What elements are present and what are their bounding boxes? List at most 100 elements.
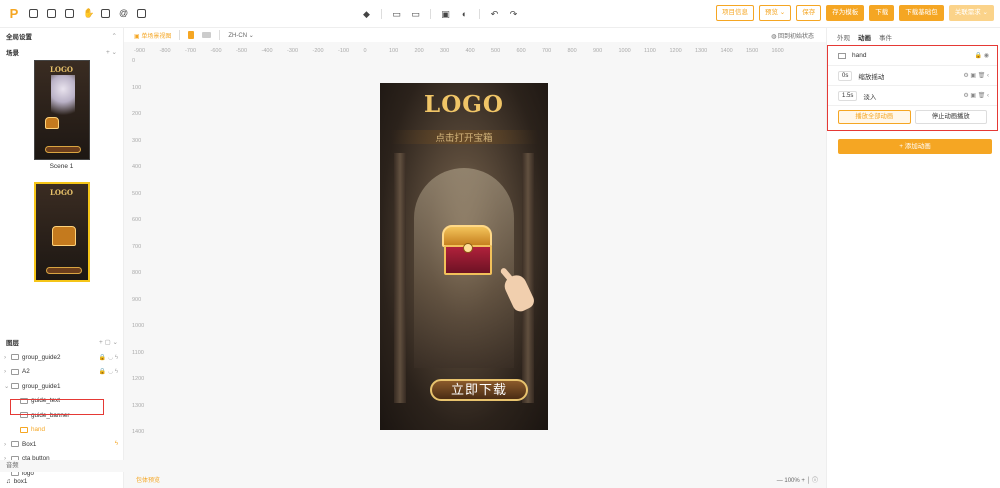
- stage-logo[interactable]: LOGO: [380, 91, 548, 118]
- undo-icon[interactable]: ↶: [490, 9, 499, 19]
- project-info-button[interactable]: 项目信息: [715, 5, 754, 21]
- global-settings-header[interactable]: 全局设置 ⌃: [0, 28, 123, 44]
- layers-title: 图层: [6, 340, 19, 347]
- layers-header: 图层 + ▢ ⌄: [0, 334, 124, 350]
- single-scene-view[interactable]: ▣ 单场景视图: [134, 31, 171, 40]
- redo-icon[interactable]: ↷: [509, 9, 518, 19]
- align-bottom-icon[interactable]: ▭: [411, 9, 420, 19]
- animation-item[interactable]: 1.5s 淡入 ⚙ ▣ 🗑 ‹: [828, 86, 997, 106]
- grid-tool-icon[interactable]: [137, 9, 146, 18]
- lock-visibility-icon[interactable]: 🔒 ◉: [975, 52, 989, 59]
- download-button[interactable]: 下载: [869, 5, 895, 21]
- animation-item[interactable]: 0s 缩放摇动 ⚙ ▣ 🗑 ‹: [828, 66, 997, 86]
- chevron-right-icon[interactable]: ›: [4, 441, 11, 448]
- thumb-chest-image: [44, 117, 59, 129]
- top-toolbar: P ✋ @ ◆ ▭ ▭ ▣ ◐ ↶ ↷ 项目信息 预览 ⌄ 保存 存为模板 下载: [0, 0, 1000, 28]
- animation-time[interactable]: 0s: [838, 70, 853, 81]
- ruler-tick: 1400: [132, 429, 145, 435]
- ruler-tick: -100: [338, 48, 350, 54]
- layer-row-selected[interactable]: hand: [0, 423, 124, 438]
- animation-actions-icon[interactable]: ⚙ ▣ 🗑 ‹: [963, 92, 989, 99]
- folder-icon: [11, 368, 19, 375]
- folder-icon: [11, 383, 19, 390]
- layer-actions-icon[interactable]: 🔒 ◡ ϟ: [99, 354, 118, 361]
- ruler-tick: 900: [132, 296, 142, 303]
- language-select[interactable]: ZH-CN ⌄: [228, 32, 253, 39]
- scene-thumbnail-1[interactable]: LOGO: [33, 60, 90, 160]
- add-animation-button[interactable]: + 添加动画: [838, 139, 992, 154]
- thumb-cta-image: [44, 146, 81, 153]
- tab-appearance[interactable]: 外观: [837, 32, 850, 42]
- help-icon[interactable]: ⓘ: [812, 478, 818, 484]
- animation-time[interactable]: 1.5s: [838, 90, 858, 101]
- scene-thumbnail-2[interactable]: LOGO: [33, 182, 90, 282]
- tab-events[interactable]: 事件: [879, 32, 892, 42]
- ruler-tick: 800: [567, 48, 577, 54]
- save-template-button[interactable]: 存为模板: [826, 5, 865, 21]
- layer-row[interactable]: ⌄ group_guide1: [0, 379, 124, 394]
- bg-pillar-left: [394, 153, 406, 403]
- save-button[interactable]: 保存: [796, 5, 822, 21]
- ruler-tick: 0: [132, 58, 136, 64]
- preview-stage[interactable]: LOGO 点击打开宝箱 立即下载: [380, 83, 548, 430]
- stop-all-button[interactable]: 停止动画播放: [914, 110, 987, 124]
- add-scene-icon[interactable]: + ⌄: [106, 48, 117, 56]
- image-layer-icon: [20, 426, 28, 433]
- audio-row[interactable]: ♫ box1: [2, 474, 27, 488]
- shape-tool-icon[interactable]: [29, 9, 38, 18]
- at-tool-icon[interactable]: @: [119, 9, 128, 18]
- music-icon: ♫: [6, 477, 11, 485]
- highlight-box: [10, 399, 104, 415]
- animation-name: 淡入: [863, 93, 877, 101]
- layer-label: hand: [31, 426, 46, 434]
- ruler-tick: 400: [465, 48, 475, 54]
- divider: [430, 9, 431, 19]
- folder-icon: [11, 441, 19, 448]
- hand-tool-icon[interactable]: ✋: [83, 9, 94, 18]
- ruler-tick: 200: [414, 48, 424, 54]
- layer-row[interactable]: › A2 🔒 ◡ ϟ: [0, 365, 124, 380]
- ruler-tick: 500: [132, 190, 142, 197]
- download-base-button[interactable]: 下载基础包: [899, 5, 944, 21]
- image-tool-icon[interactable]: [47, 9, 56, 18]
- portrait-toggle[interactable]: [188, 31, 195, 39]
- chevron-right-icon[interactable]: ›: [4, 368, 11, 375]
- lightning-icon[interactable]: ϟ: [115, 441, 118, 447]
- layer-row[interactable]: › Box1 ϟ: [0, 437, 124, 452]
- divider: [179, 30, 181, 40]
- preview-button[interactable]: 预览 ⌄: [758, 5, 792, 21]
- ruler-tick: 1300: [695, 48, 708, 54]
- chevron-down-icon[interactable]: ⌄: [4, 383, 11, 390]
- ruler-tick: 1100: [644, 48, 656, 54]
- play-all-button[interactable]: 播放全部动画: [838, 110, 911, 124]
- component-tool-icon[interactable]: [101, 9, 110, 18]
- ruler-tick: 1000: [618, 48, 631, 54]
- related-needs-button[interactable]: 关联需求 ⌄: [948, 5, 994, 21]
- ruler-tick: -900: [134, 48, 146, 54]
- align-top-icon[interactable]: ▭: [392, 9, 401, 19]
- stage-guide-text[interactable]: 点击打开宝箱: [390, 130, 538, 144]
- zoom-control[interactable]: — 100% + │ ⓘ: [777, 475, 818, 484]
- paint-icon[interactable]: ◐: [460, 9, 469, 19]
- layer-actions-icon[interactable]: 🔒 ◡ ϟ: [99, 368, 118, 375]
- treasure-chest-image[interactable]: [438, 221, 498, 279]
- ruler-tick: 700: [542, 48, 552, 54]
- stage-cta-button[interactable]: 立即下载: [430, 379, 528, 401]
- chevron-down-icon: ⌄: [982, 9, 988, 16]
- ruler-tick: 800: [132, 270, 142, 276]
- canvas-area: ▣ 单场景视图 ZH-CN ⌄ ◍ 回到初始状态 -900 -800 -700 -60…: [124, 28, 826, 488]
- horizontal-ruler: -900 -800 -700 -600 -500 -400 -300 -200 -100 0 100…: [134, 48, 824, 58]
- audio-header: 音频: [0, 460, 124, 472]
- layer-icon[interactable]: ◆: [362, 9, 371, 19]
- tab-animation[interactable]: 动画: [858, 32, 871, 42]
- package-preview-link[interactable]: 包体预览: [136, 475, 160, 484]
- layer-row[interactable]: › group_guide2 🔒 ◡ ϟ: [0, 350, 124, 365]
- copy-icon[interactable]: ▣: [441, 9, 450, 19]
- chevron-right-icon[interactable]: ›: [4, 354, 11, 361]
- text-tool-icon[interactable]: [65, 9, 74, 18]
- animation-actions-icon[interactable]: ⚙ ▣ 🗑 ‹: [963, 72, 989, 79]
- add-layer-icon[interactable]: + ▢ ⌄: [99, 338, 118, 346]
- ruler-tick: 1600: [771, 48, 784, 54]
- landscape-toggle[interactable]: [202, 32, 212, 38]
- reset-state-button[interactable]: ◍ 回到初始状态: [771, 31, 814, 40]
